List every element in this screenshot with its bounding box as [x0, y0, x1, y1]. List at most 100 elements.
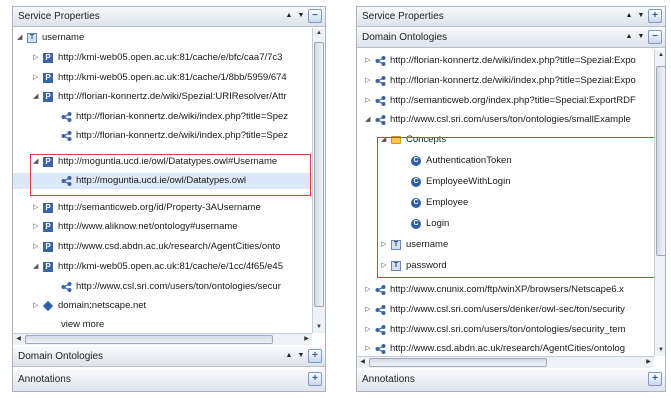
scroll-up-icon[interactable]: ▲ [313, 28, 325, 39]
highlight-box [377, 137, 655, 278]
hscroll-thumb[interactable] [25, 335, 273, 344]
move-up-icon[interactable]: ▲ [284, 349, 294, 363]
tree-row[interactable]: view more [13, 317, 312, 333]
tree-row-label: domain:netscape.net [58, 300, 147, 311]
tree-row[interactable]: ▷ Phttp://semanticweb.org/id/Property-3AU… [13, 200, 312, 216]
tree-row[interactable]: ▷ Phttp://kmi-web05.open.ac.uk:81/cache/1… [13, 70, 312, 86]
horizontal-scrollbar[interactable]: ◀ ▶ [13, 333, 312, 345]
collapsed-arrow-icon[interactable]: ▷ [33, 200, 41, 216]
horizontal-scrollbar[interactable]: ◀ ▶ [357, 356, 654, 368]
expanded-arrow-icon[interactable]: ◢ [365, 112, 373, 128]
scroll-down-icon[interactable]: ▼ [313, 322, 325, 333]
tree-row[interactable]: ▷ http://www.csl.sri.com/users/denker/owl… [357, 302, 654, 318]
tree-row[interactable]: ▷ Phttp://www.aliknow.net/ontology#userna… [13, 219, 312, 235]
collapsed-arrow-icon[interactable]: ▷ [33, 70, 41, 86]
tree-row[interactable]: http://florian-konnertz.de/wiki/index.ph… [13, 109, 312, 125]
collapse-button[interactable]: − [308, 9, 322, 23]
property-icon: P [43, 203, 53, 213]
right-panel: Service Properties ▲ ▼ + Domain Ontologi… [356, 6, 666, 392]
link-icon [61, 131, 72, 141]
expand-button[interactable]: + [648, 372, 662, 386]
tree-row[interactable]: ◢ Phttp://kmi-web05.open.ac.uk:81/cache/e… [13, 259, 312, 275]
move-down-icon[interactable]: ▼ [296, 349, 306, 363]
tree-row[interactable]: http://www.csl.sri.com/users/ton/ontolog… [13, 279, 312, 295]
scroll-right-icon[interactable]: ▶ [643, 357, 654, 368]
scroll-up-icon[interactable]: ▲ [655, 50, 665, 61]
left-panel: Service Properties ▲ ▼ − ◢ Tusername ▷ Phtt… [12, 6, 326, 392]
scroll-right-icon[interactable]: ▶ [301, 334, 312, 345]
expand-button[interactable]: + [308, 372, 322, 386]
tree-row-label: http://florian-konnertz.de/wiki/index.ph… [390, 55, 636, 66]
collapsed-arrow-icon[interactable]: ▷ [365, 282, 373, 298]
scroll-down-icon[interactable]: ▼ [655, 345, 665, 356]
property-icon: P [43, 73, 53, 83]
tree-row-label: http://www.aliknow.net/ontology#username [58, 221, 238, 232]
tree-row[interactable]: ▷ Phttp://www.csd.abdn.ac.uk/research/Age… [13, 239, 312, 255]
tree-row[interactable]: ▷ http://florian-konnertz.de/wiki/index.p… [357, 53, 654, 69]
tree-row[interactable]: ▷ http://www.cnunix.com/ftp/winXP/browser… [357, 282, 654, 298]
annotations-header[interactable]: Annotations + [13, 370, 325, 391]
link-icon [375, 115, 386, 125]
service-properties-header[interactable]: Service Properties ▲ ▼ + [357, 7, 665, 27]
annotations-title: Annotations [18, 374, 71, 385]
domain-ontologies-header[interactable]: Domain Ontologies ▲ ▼ + [13, 347, 325, 367]
tree-row-label: http://www.csd.abdn.ac.uk/research/Agent… [390, 343, 625, 354]
collapsed-arrow-icon[interactable]: ▷ [365, 53, 373, 69]
service-properties-header[interactable]: Service Properties ▲ ▼ − [13, 7, 325, 27]
move-up-icon[interactable]: ▲ [284, 9, 294, 23]
collapsed-arrow-icon[interactable]: ▷ [365, 322, 373, 338]
scroll-left-icon[interactable]: ◀ [357, 357, 368, 368]
expanded-arrow-icon[interactable]: ◢ [33, 89, 41, 105]
tree-row-label: http://florian-konnertz.de/wiki/index.ph… [390, 75, 636, 86]
expand-button[interactable]: + [308, 349, 322, 363]
property-icon: P [43, 53, 53, 63]
tree-row[interactable]: ▷ http://www.csd.abdn.ac.uk/research/Agen… [357, 341, 654, 356]
tree-row-label: http://www.csl.sri.com/users/ton/ontolog… [76, 281, 281, 292]
tree-row[interactable]: ▷ http://www.csl.sri.com/users/ton/ontolo… [357, 322, 654, 338]
tree-row[interactable]: ▷ http://florian-konnertz.de/wiki/index.p… [357, 73, 654, 89]
collapsed-arrow-icon[interactable]: ▷ [365, 73, 373, 89]
collapsed-arrow-icon[interactable]: ▷ [33, 298, 41, 314]
tree-row[interactable]: ◢ http://www.csl.sri.com/users/ton/ontolo… [357, 112, 654, 128]
tree-row[interactable]: ◢ Tusername [13, 30, 312, 46]
move-down-icon[interactable]: ▼ [296, 9, 306, 23]
vertical-scrollbar[interactable]: ▲ ▼ [312, 28, 325, 333]
expand-button[interactable]: + [648, 9, 662, 23]
scroll-thumb[interactable] [314, 42, 324, 307]
property-icon: P [43, 222, 53, 232]
annotations-header[interactable]: Annotations + [357, 370, 665, 391]
link-icon [61, 112, 72, 122]
link-icon [375, 96, 386, 106]
tree-row[interactable]: http://florian-konnertz.de/wiki/index.ph… [13, 128, 312, 144]
move-up-icon[interactable]: ▲ [624, 9, 634, 23]
move-down-icon[interactable]: ▼ [636, 30, 646, 44]
tree-row[interactable]: ▷ Phttp://kmi-web05.open.ac.uk:81/cache/e… [13, 50, 312, 66]
scroll-thumb[interactable] [656, 66, 665, 256]
tree-row-label: http://florian-konnertz.de/wiki/index.ph… [76, 130, 289, 141]
property-icon: P [43, 92, 53, 102]
expanded-arrow-icon[interactable]: ◢ [33, 259, 41, 275]
hscroll-thumb[interactable] [369, 358, 547, 367]
vertical-scrollbar[interactable]: ▲ ▼ [654, 50, 665, 356]
collapsed-arrow-icon[interactable]: ▷ [33, 50, 41, 66]
collapsed-arrow-icon[interactable]: ▷ [365, 93, 373, 109]
move-up-icon[interactable]: ▲ [624, 30, 634, 44]
collapsed-arrow-icon[interactable]: ▷ [365, 302, 373, 318]
link-icon [375, 344, 386, 354]
property-icon: P [43, 262, 53, 272]
tree-row[interactable]: ▷ http://semanticweb.org/index.php?title=… [357, 93, 654, 109]
domain-ontologies-header[interactable]: Domain Ontologies ▲ ▼ − [357, 28, 665, 48]
tree-row[interactable]: ◢ Phttp://florian-konnertz.de/wiki/Spezia… [13, 89, 312, 105]
move-down-icon[interactable]: ▼ [636, 9, 646, 23]
collapsed-arrow-icon[interactable]: ▷ [365, 341, 373, 356]
collapsed-arrow-icon[interactable]: ▷ [33, 239, 41, 255]
tree-row-label: http://www.cnunix.com/ftp/winXP/browsers… [390, 284, 624, 295]
scroll-left-icon[interactable]: ◀ [13, 334, 24, 345]
collapsed-arrow-icon[interactable]: ▷ [33, 219, 41, 235]
tree-row-label: http://kmi-web05.open.ac.uk:81/cache/e/1… [58, 261, 283, 272]
expanded-arrow-icon[interactable]: ◢ [17, 30, 25, 46]
highlight-box [30, 154, 311, 196]
tree-row-label: view more [61, 319, 105, 330]
tree-row[interactable]: ▷ domain:netscape.net [13, 298, 312, 314]
collapse-button[interactable]: − [648, 30, 662, 44]
